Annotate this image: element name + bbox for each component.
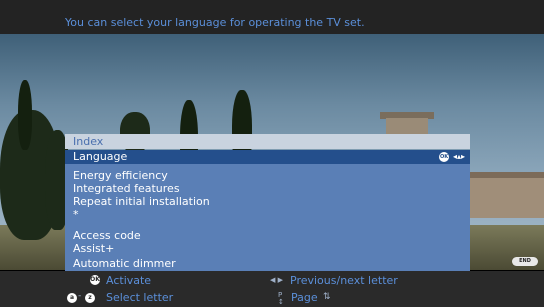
- up-down-arrows-icon: ⇅: [323, 292, 331, 302]
- key-a-icon: a: [67, 293, 77, 303]
- hint-bar: You can select your language for operati…: [0, 0, 544, 34]
- menu-item-integrated-features[interactable]: Integrated features: [73, 182, 180, 195]
- menu-header: Index: [65, 134, 470, 149]
- legend-select-letter: Select letter: [106, 291, 174, 304]
- legend-page: Page: [291, 291, 318, 304]
- background-villa: [470, 178, 544, 218]
- left-right-arrows-icon: ◀ ▶: [270, 276, 283, 284]
- menu-item-access-code[interactable]: Access code: [73, 229, 141, 242]
- legend-prev-next-letter: Previous/next letter: [290, 274, 398, 287]
- ok-button-icon: OK: [439, 152, 449, 162]
- background-tree: [18, 80, 32, 150]
- index-menu: Index Language OK ◂▴▸ Energy efficiency …: [65, 134, 470, 271]
- tv-screen: You can select your language for operati…: [0, 0, 544, 307]
- page-up-down-icon: P ↕: [278, 291, 284, 306]
- menu-list: Language OK ◂▴▸ Energy efficiency Integr…: [65, 150, 470, 271]
- menu-item-label: Language: [73, 150, 128, 163]
- key-z-icon: z: [85, 293, 95, 303]
- ok-key-icon: OK: [90, 275, 100, 285]
- menu-item-repeat-initial-installation[interactable]: Repeat initial installation: [73, 195, 210, 208]
- end-button[interactable]: END: [512, 257, 538, 266]
- key-range-separator: -: [78, 291, 82, 301]
- menu-item-automatic-dimmer[interactable]: Automatic dimmer: [73, 257, 176, 270]
- legend-activate: Activate: [106, 274, 152, 287]
- four-way-arrows-icon: ◂▴▸: [453, 152, 466, 161]
- bottom-legend-bar: OK Activate ◀ ▶ Previous/next letter a -…: [0, 271, 544, 307]
- menu-item-language[interactable]: Language OK ◂▴▸: [65, 150, 470, 164]
- menu-item-assist-plus[interactable]: Assist+: [73, 242, 114, 255]
- hint-text: You can select your language for operati…: [65, 16, 365, 29]
- menu-item-energy-efficiency[interactable]: Energy efficiency: [73, 169, 168, 182]
- menu-item-star[interactable]: *: [73, 208, 79, 221]
